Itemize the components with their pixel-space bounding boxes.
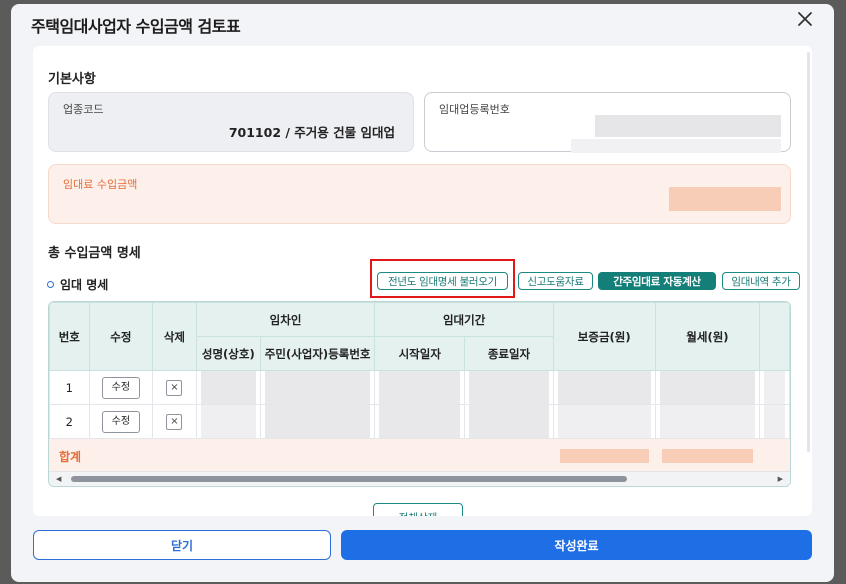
edit-row-button[interactable]: 수정 <box>101 410 140 433</box>
table-row: 2 수정 × <box>49 404 790 439</box>
col-tenant-group: 임차인 <box>195 302 376 337</box>
close-button[interactable]: 닫기 <box>33 530 331 560</box>
total-income-title: 총 수입금액 명세 <box>48 246 141 261</box>
row-no: 2 <box>49 404 90 439</box>
redacted-cell <box>469 371 549 404</box>
col-no: 번호 <box>49 302 90 371</box>
registration-number-field[interactable]: 임대업등록번호 <box>424 92 791 153</box>
col-monthly-rent: 월세(원) <box>654 302 761 371</box>
vertical-scrollbar[interactable] <box>807 52 810 452</box>
content-panel: 기본사항 업종코드 701102 / 주거용 건물 임대업 임대업등록번호 임대… <box>33 46 812 516</box>
rental-details-subtitle-text: 임대 명세 <box>60 278 109 292</box>
redacted-cell <box>379 371 461 404</box>
redacted-cell <box>659 371 756 404</box>
col-period-group: 임대기간 <box>374 302 554 337</box>
redacted-cell <box>200 405 256 438</box>
col-overflow <box>759 302 790 371</box>
redacted-cell <box>264 371 371 404</box>
redacted-cell <box>557 371 651 404</box>
rental-income-label: 임대료 수입금액 <box>63 178 138 191</box>
redacted-cell <box>764 371 785 404</box>
col-end-date: 종료일자 <box>464 336 554 371</box>
complete-button[interactable]: 작성완료 <box>341 530 812 560</box>
col-start-date: 시작일자 <box>374 336 466 371</box>
load-prev-year-button[interactable]: 전년도 임대명세 불러오기 <box>377 272 508 290</box>
industry-code-value: 701102 / 주거용 건물 임대업 <box>228 125 395 140</box>
rental-grid: 번호 수정 삭제 임차인 임대기간 보증금(원) 월세(원) 성명(상호) 주민… <box>49 302 790 474</box>
redacted-rental-income <box>669 187 781 211</box>
redacted-cell <box>764 405 785 438</box>
delete-row-checkbox[interactable]: × <box>166 380 183 396</box>
rental-income-field: 임대료 수입금액 <box>48 164 791 224</box>
delete-row-checkbox[interactable]: × <box>166 414 183 430</box>
close-icon[interactable] <box>794 8 816 30</box>
delete-all-button[interactable]: 전체삭제 <box>373 503 463 516</box>
redacted-cell <box>557 405 651 438</box>
scroll-left-icon[interactable]: ◀ <box>56 475 61 483</box>
total-row: 합계 <box>49 438 790 474</box>
col-deposit: 보증금(원) <box>552 302 656 371</box>
table-row: 1 수정 × <box>49 370 790 405</box>
industry-code-field: 업종코드 701102 / 주거용 건물 임대업 <box>48 92 414 152</box>
row-no: 1 <box>49 370 90 405</box>
add-rental-row-button[interactable]: 임대내역 추가 <box>722 272 800 290</box>
rental-details-table: 번호 수정 삭제 임차인 임대기간 보증금(원) 월세(원) 성명(상호) 주민… <box>48 301 791 487</box>
redacted-total-deposit <box>559 449 649 463</box>
col-edit: 수정 <box>88 302 154 371</box>
bullet-circle-icon <box>47 281 54 288</box>
col-tenant-name: 성명(상호) <box>195 336 261 371</box>
redacted-area <box>571 139 781 153</box>
total-label: 합계 <box>49 438 197 474</box>
registration-number-label: 임대업등록번호 <box>439 103 510 116</box>
redacted-cell <box>469 405 549 438</box>
col-tenant-id: 주민(사업자)등록번호 <box>259 336 376 371</box>
redacted-cell <box>200 371 256 404</box>
col-delete: 삭제 <box>152 302 197 371</box>
rental-details-subtitle: 임대 명세 <box>47 276 108 293</box>
scroll-right-icon[interactable]: ▶ <box>778 475 783 483</box>
scrollbar-thumb[interactable] <box>71 476 627 482</box>
industry-code-label: 업종코드 <box>63 103 104 116</box>
rental-income-review-modal: 주택임대사업자 수입금액 검토표 기본사항 업종코드 701102 / 주거용 … <box>11 4 834 582</box>
redacted-total-rent <box>661 449 754 463</box>
edit-row-button[interactable]: 수정 <box>101 376 140 399</box>
basic-info-title: 기본사항 <box>48 72 96 87</box>
redacted-cell <box>264 405 371 438</box>
redacted-cell <box>379 405 461 438</box>
redacted-cell <box>659 405 756 438</box>
report-help-button[interactable]: 신고도움자료 <box>518 272 593 290</box>
auto-calc-button[interactable]: 간주임대료 자동계산 <box>598 272 716 290</box>
redacted-registration-number <box>595 115 781 137</box>
horizontal-scrollbar[interactable]: ◀ ▶ <box>49 471 790 486</box>
modal-title: 주택임대사업자 수입금액 검토표 <box>31 17 241 36</box>
